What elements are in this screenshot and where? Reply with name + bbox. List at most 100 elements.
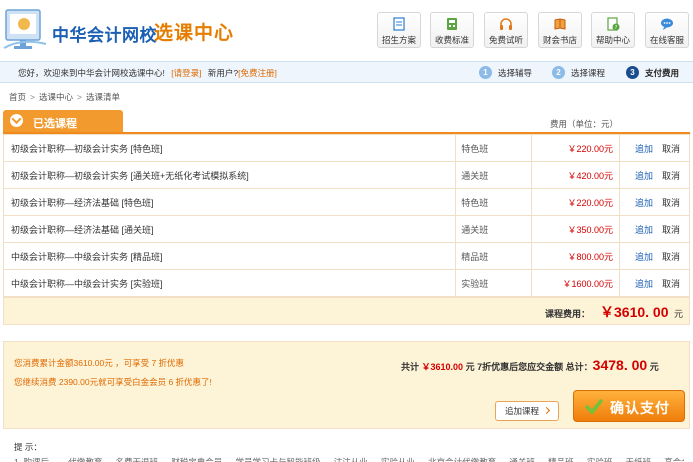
header: 中华会计网校 选课中心 招生方案 收费标准 免费试听 财会书店 ? 帮助中心 在… [0, 0, 693, 60]
course-name: 初级会计职称—初级会计实务 [特色班] [2, 134, 457, 162]
breadcrumb-separator: > [77, 92, 82, 102]
login-link[interactable]: [请登录] [171, 68, 201, 78]
book-icon [554, 18, 566, 30]
step-label: 选择辅导 [498, 68, 533, 78]
course-table: 初级会计职称—初级会计实务 [特色班] 特色班 ￥220.00元 追加 取消 初级会计职称… [2, 134, 691, 297]
course-type: 特色班 [455, 134, 533, 162]
course-price: ￥800.00元 [531, 242, 620, 270]
course-row: 初级会计职称—经济法基础 [特色班] 特色班 ￥220.00元 追加 取消 [2, 188, 691, 216]
fee-unit-label: 费用（单位：元） [550, 119, 619, 129]
course-actions: 追加 取消 [618, 134, 691, 162]
total-amount: ￥3610.00 [421, 362, 464, 372]
nav-fee-standard[interactable]: 收费标准 [430, 12, 474, 48]
svg-text:?: ? [615, 25, 618, 31]
course-price: ￥220.00元 [531, 188, 620, 216]
course-type: 通关班 [455, 161, 533, 189]
add-link[interactable]: 追加 [635, 144, 653, 154]
tips-text: 1. 购课后…… 代缴教育 … 名费无退班 … 财税宝典会员 … 学员学习卡与智… [14, 457, 684, 462]
course-fee-amount: ￥3610. 00 [600, 304, 669, 320]
total-label: 共计 [401, 362, 420, 372]
chat-icon [661, 18, 673, 30]
confirm-payment-label: 确认支付 [610, 400, 670, 416]
register-link[interactable]: [免费注册] [238, 68, 277, 78]
cancel-link[interactable]: 取消 [662, 279, 680, 289]
breadcrumb-course-center[interactable]: 选课中心 [39, 92, 73, 102]
course-name: 初级会计职称—经济法基础 [通关班] [2, 215, 457, 243]
cancel-link[interactable]: 取消 [662, 171, 680, 181]
add-link[interactable]: 追加 [635, 252, 653, 262]
course-row: 初级会计职称—初级会计实务 [特色班] 特色班 ￥220.00元 追加 取消 [2, 134, 691, 162]
step-number: 1 [479, 66, 492, 79]
final-amount: 3478. 00 [592, 357, 648, 373]
discount-label: 7折优惠后您应交金额 [477, 362, 564, 372]
add-course-label: 追加课程 [504, 406, 539, 416]
add-link[interactable]: 追加 [635, 198, 653, 208]
course-actions: 追加 取消 [618, 161, 691, 189]
headphones-icon [500, 18, 512, 30]
add-link[interactable]: 追加 [635, 279, 653, 289]
new-user-text: 新用户? [207, 68, 239, 78]
course-fee-unit: 元 [674, 309, 684, 319]
course-actions: 追加 取消 [618, 188, 691, 216]
step-number: 3 [626, 66, 639, 79]
help-icon: ? [607, 17, 620, 31]
course-type: 精品班 [455, 242, 533, 270]
course-fee-label: 课程费用： [545, 309, 591, 319]
course-type: 通关班 [455, 215, 533, 243]
nav-label: 财会书店 [542, 35, 577, 45]
discount-notice: 您消费累计金额3610.00元 ，可享受 7 折优惠 [14, 358, 185, 368]
course-row: 中级会计职称—中级会计实务 [实验班] 实验班 ￥1600.00元 追加 取消 [2, 269, 691, 297]
cancel-link[interactable]: 取消 [662, 252, 680, 262]
course-name: 中级会计职称—中级会计实务 [精品班] [2, 242, 457, 270]
course-name: 初级会计职称—初级会计实务 [通关班+无纸化考试模拟系统] [2, 161, 457, 189]
chevron-down-icon [10, 114, 23, 127]
section-title: 已选课程 [33, 118, 77, 130]
course-actions: 追加 取消 [618, 242, 691, 270]
nav-bookstore[interactable]: 财会书店 [538, 12, 582, 48]
site-title[interactable]: 中华会计网校 [52, 21, 157, 46]
course-price: ￥220.00元 [531, 134, 620, 162]
nav-label: 收费标准 [434, 35, 469, 45]
total-unit: 元 [465, 362, 475, 372]
step-label: 支付费用 [645, 68, 680, 78]
course-row: 初级会计职称—初级会计实务 [通关班+无纸化考试模拟系统] 通关班 ￥420.00元… [2, 161, 691, 189]
final-label: 总计： [565, 362, 593, 372]
cancel-link[interactable]: 取消 [662, 225, 680, 235]
welcome-message: 您好，欢迎来到中华会计网校选课中心! [18, 68, 165, 78]
confirm-payment-button[interactable]: 确认支付 [573, 390, 685, 422]
add-link[interactable]: 追加 [635, 171, 653, 181]
course-name: 初级会计职称—经济法基础 [特色班] [2, 188, 457, 216]
course-name: 中级会计职称—中级会计实务 [实验班] [2, 269, 457, 297]
nav-online-service[interactable]: 在线客服 [645, 12, 689, 48]
welcome-message-row: 您好，欢迎来到中华会计网校选课中心! [请登录] 新用户?[免费注册] [18, 67, 277, 79]
breadcrumb: 首页 > 选课中心 > 选课清单 [9, 91, 120, 103]
course-price: ￥350.00元 [531, 215, 620, 243]
step-number: 2 [552, 66, 565, 79]
calculator-icon [447, 18, 457, 30]
course-price: ￥1600.00元 [531, 269, 620, 297]
breadcrumb-separator: > [30, 92, 35, 102]
payment-summary: 您消费累计金额3610.00元 ，可享受 7 折优惠 您继续消费 2390.00… [3, 341, 690, 429]
nav-free-trial[interactable]: 免费试听 [484, 12, 528, 48]
course-row: 初级会计职称—经济法基础 [通关班] 通关班 ￥350.00元 追加 取消 [2, 215, 691, 243]
breadcrumb-home[interactable]: 首页 [9, 92, 26, 102]
add-course-button[interactable]: 追加课程 [495, 401, 559, 421]
final-unit: 元 [649, 362, 659, 372]
nav-label: 免费试听 [488, 35, 523, 45]
nav-help-center[interactable]: ? 帮助中心 [591, 12, 635, 48]
course-type: 实验班 [455, 269, 533, 297]
breadcrumb-current: 选课清单 [85, 92, 120, 102]
cancel-link[interactable]: 取消 [662, 144, 680, 154]
nav-enroll-plan[interactable]: 招生方案 [377, 12, 421, 48]
nav-label: 招生方案 [381, 35, 416, 45]
course-actions: 追加 取消 [618, 269, 691, 297]
cancel-link[interactable]: 取消 [662, 198, 680, 208]
chevron-right-icon [542, 406, 551, 415]
selected-courses-tab: 已选课程 [3, 110, 123, 132]
welcome-bar: 您好，欢迎来到中华会计网校选课中心! [请登录] 新用户?[免费注册] 1 选择… [0, 61, 693, 83]
course-fee-row: 课程费用： ￥3610. 00 元 [3, 297, 690, 325]
course-row: 中级会计职称—中级会计实务 [精品班] 精品班 ￥800.00元 追加 取消 [2, 242, 691, 270]
nav-label: 帮助中心 [595, 35, 630, 45]
add-link[interactable]: 追加 [635, 225, 653, 235]
upgrade-notice: 您继续消费 2390.00元就可享受白金会员 6 折优惠了! [14, 377, 212, 387]
